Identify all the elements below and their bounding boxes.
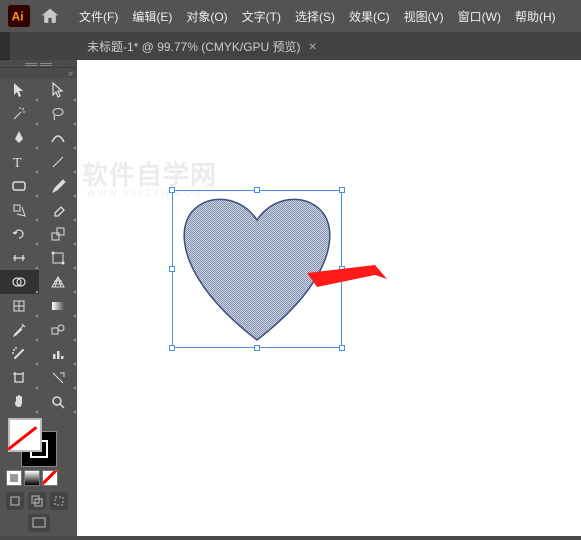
curvature-tool-icon[interactable]	[39, 126, 78, 150]
menu-object[interactable]: 对象(O)	[179, 2, 234, 31]
resize-handle-tl[interactable]	[169, 187, 175, 193]
column-graph-tool-icon[interactable]	[39, 342, 78, 366]
resize-handle-br[interactable]	[339, 345, 345, 351]
screen-mode-icon[interactable]	[0, 516, 77, 530]
menu-select[interactable]: 选择(S)	[288, 2, 342, 31]
canvas-artboard[interactable]: 软件自学网 WWW.RJSZXW.COM	[77, 60, 581, 536]
hand-tool-icon[interactable]	[0, 390, 39, 414]
color-mode-solid-icon[interactable]	[6, 470, 22, 486]
resize-handle-bm[interactable]	[254, 345, 260, 351]
paintbrush-tool-icon[interactable]	[39, 174, 78, 198]
resize-handle-tr[interactable]	[339, 187, 345, 193]
app-logo-icon: Ai	[8, 5, 30, 27]
panel-grip-icon[interactable]	[0, 60, 77, 68]
symbol-sprayer-tool-icon[interactable]	[0, 342, 39, 366]
artboard-tool-icon[interactable]	[0, 366, 39, 390]
resize-handle-tm[interactable]	[254, 187, 260, 193]
shape-builder-tool-icon[interactable]	[0, 270, 39, 294]
eraser-tool-icon[interactable]	[39, 198, 78, 222]
rotate-tool-icon[interactable]	[0, 222, 39, 246]
panel-collapse-icon[interactable]	[0, 68, 77, 78]
color-mode-none-icon[interactable]	[42, 470, 58, 486]
width-tool-icon[interactable]	[0, 246, 39, 270]
screen-mode-row	[0, 488, 77, 514]
tools-panel: T	[0, 60, 77, 536]
line-tool-icon[interactable]	[39, 150, 78, 174]
gradient-tool-icon[interactable]	[39, 294, 78, 318]
shaper-tool-icon[interactable]	[0, 198, 39, 222]
svg-text:T: T	[13, 156, 22, 170]
pen-tool-icon[interactable]	[0, 126, 39, 150]
fill-stroke-swatch[interactable]	[8, 418, 56, 466]
rectangle-tool-icon[interactable]	[0, 174, 39, 198]
menu-file[interactable]: 文件(F)	[72, 2, 125, 31]
perspective-grid-tool-icon[interactable]	[39, 270, 78, 294]
menu-view[interactable]: 视图(V)	[397, 2, 451, 31]
zoom-tool-icon[interactable]	[39, 390, 78, 414]
annotation-arrow-icon	[307, 265, 387, 300]
scale-tool-icon[interactable]	[39, 222, 78, 246]
document-tabbar: 未标题-1* @ 99.77% (CMYK/GPU 预览) ×	[77, 32, 581, 60]
direct-selection-tool-icon[interactable]	[39, 78, 78, 102]
draw-inside-icon[interactable]	[50, 492, 68, 510]
menu-effect[interactable]: 效果(C)	[342, 2, 397, 31]
magic-wand-tool-icon[interactable]	[0, 102, 39, 126]
menu-edit[interactable]: 编辑(E)	[125, 2, 179, 31]
color-mode-gradient-icon[interactable]	[24, 470, 40, 486]
menu-help[interactable]: 帮助(H)	[508, 2, 563, 31]
document-tab[interactable]: 未标题-1* @ 99.77% (CMYK/GPU 预览) ×	[77, 32, 327, 60]
app-titlebar: Ai 文件(F) 编辑(E) 对象(O) 文字(T) 选择(S) 效果(C) 视…	[0, 0, 581, 32]
draw-behind-icon[interactable]	[28, 492, 46, 510]
lasso-tool-icon[interactable]	[39, 102, 78, 126]
menu-window[interactable]: 窗口(W)	[451, 2, 508, 31]
menu-type[interactable]: 文字(T)	[235, 2, 288, 31]
color-mode-row	[0, 466, 77, 488]
draw-normal-icon[interactable]	[6, 492, 24, 510]
home-icon[interactable]	[40, 7, 60, 25]
resize-handle-bl[interactable]	[169, 345, 175, 351]
resize-handle-ml[interactable]	[169, 266, 175, 272]
document-tab-title: 未标题-1* @ 99.77% (CMYK/GPU 预览)	[87, 38, 301, 55]
eyedropper-tool-icon[interactable]	[0, 318, 39, 342]
main-menu: 文件(F) 编辑(E) 对象(O) 文字(T) 选择(S) 效果(C) 视图(V…	[72, 2, 563, 31]
slice-tool-icon[interactable]	[39, 366, 78, 390]
type-tool-icon[interactable]: T	[0, 150, 39, 174]
fill-swatch[interactable]	[8, 418, 42, 452]
selection-tool-icon[interactable]	[0, 78, 39, 102]
svg-text:Ai: Ai	[12, 10, 24, 24]
mesh-tool-icon[interactable]	[0, 294, 39, 318]
free-transform-tool-icon[interactable]	[39, 246, 78, 270]
tab-close-icon[interactable]: ×	[309, 39, 317, 53]
watermark-text: 软件自学网	[82, 155, 217, 192]
blend-tool-icon[interactable]	[39, 318, 78, 342]
